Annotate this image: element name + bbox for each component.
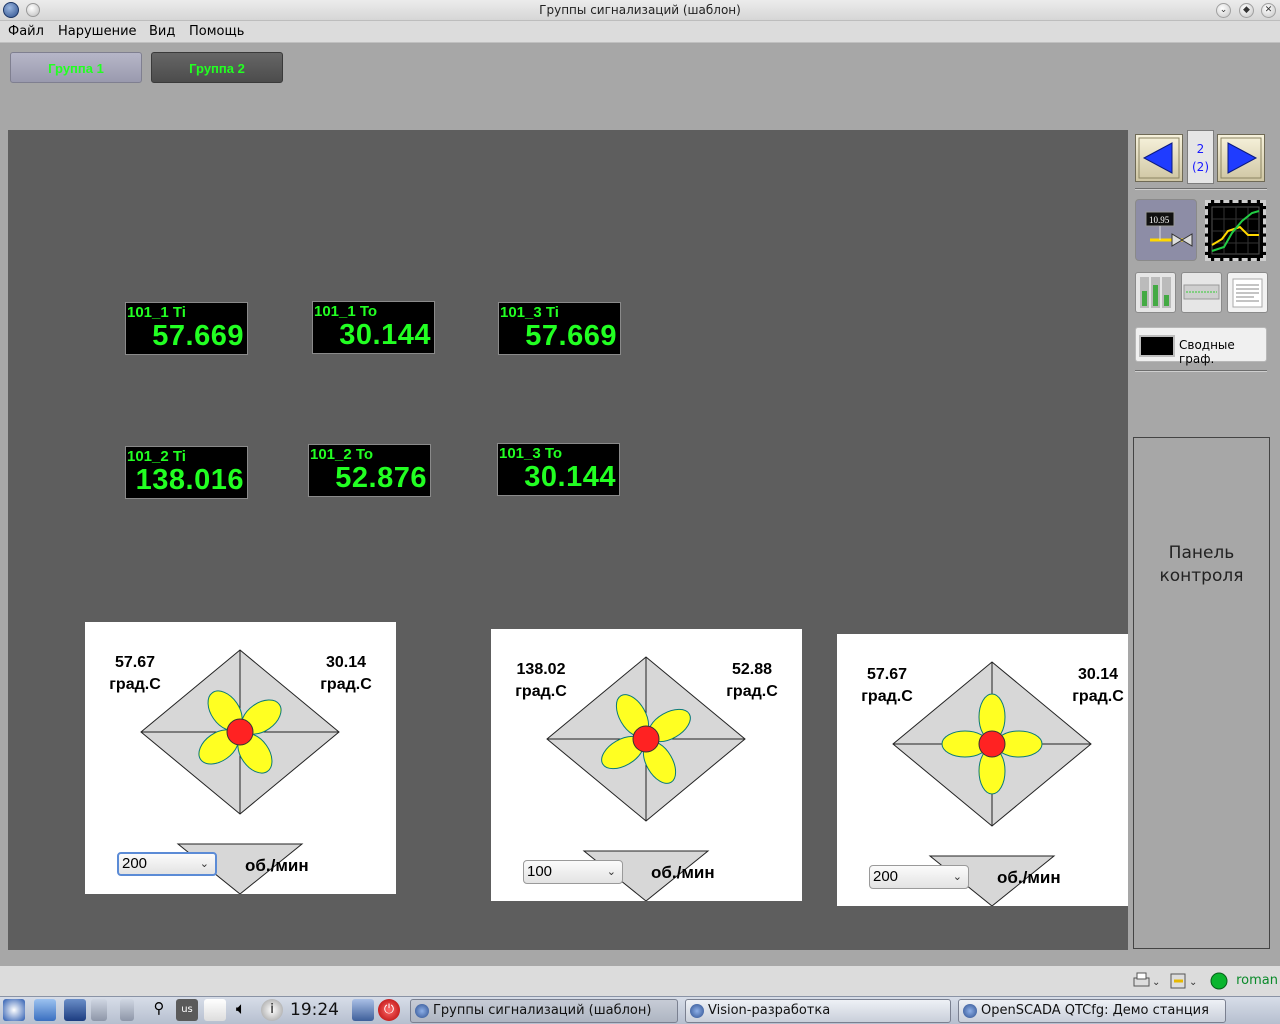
speed-unit: об./мин [997, 868, 1061, 887]
outlet-temperature: 52.88 град.С [726, 661, 778, 700]
task-alarm-groups[interactable]: Группы сигнализаций (шаблон) [410, 999, 678, 1023]
print-icon[interactable]: ⌄ [1131, 971, 1167, 991]
display-label: 101_1 To [314, 303, 378, 320]
app-icon [690, 1004, 704, 1018]
svg-text:10.95: 10.95 [1149, 215, 1170, 225]
display-label: 101_3 To [499, 445, 563, 462]
group-2-button[interactable]: Группа 2 [151, 52, 283, 83]
arrow-right-icon [1220, 137, 1262, 179]
close-icon[interactable]: ✕ [1261, 3, 1276, 18]
display-label: 101_2 To [310, 446, 374, 463]
overview-panel-button[interactable] [1135, 272, 1176, 313]
pager-icon[interactable] [91, 999, 107, 1021]
outlet-temperature: 30.14 град.С [320, 654, 372, 693]
menu-file[interactable]: Файл [8, 24, 44, 39]
window-title: Группы сигнализаций (шаблон) [539, 3, 741, 17]
info-icon[interactable]: i [261, 999, 283, 1021]
minimize-icon[interactable]: ⌄ [1216, 3, 1231, 18]
chevron-down-icon: ⌄ [199, 858, 209, 870]
app-icon [415, 1004, 429, 1018]
inlet-temperature: 138.02 град.С [515, 661, 567, 700]
next-page-button[interactable] [1217, 134, 1265, 182]
display-value: 57.669 [152, 320, 244, 352]
menu-violation[interactable]: Нарушение [58, 24, 137, 39]
power-icon[interactable]: ⏻ [378, 999, 400, 1021]
display-value: 30.144 [339, 319, 431, 351]
taskbar: ⚲ us 🔈︎ i 19:24 ⏻ Группы сигнализаций (ш… [0, 996, 1280, 1024]
svg-text:⌄: ⌄ [1152, 977, 1160, 988]
speed-unit: об./мин [651, 863, 715, 882]
menu-bar: Файл Нарушение Вид Помощь [0, 21, 1280, 43]
digital-display[interactable]: 101_3 Ti 57.669 [498, 302, 621, 355]
volume-icon[interactable]: 🔈︎ [230, 999, 252, 1021]
folder-icon[interactable] [34, 999, 56, 1021]
summary-graphs-label: Сводные граф. [1179, 338, 1235, 366]
digital-display[interactable]: 101_2 To 52.876 [308, 444, 431, 497]
control-panel: Панель контроля [1133, 437, 1270, 949]
page-indicator: 2 (2) [1187, 130, 1214, 184]
display-label: 101_3 Ti [500, 304, 559, 321]
bar-gauges-icon [1140, 277, 1171, 308]
control-panel-label: Панель контроля [1159, 543, 1244, 586]
svg-text:⌄: ⌄ [1189, 977, 1197, 988]
connection-status-icon [1210, 972, 1228, 990]
trend-graph-button[interactable] [1205, 200, 1266, 261]
display-value: 52.876 [335, 462, 427, 494]
speed-select[interactable]: 100 ⌄ [523, 860, 623, 884]
menu-view[interactable]: Вид [149, 24, 175, 39]
digital-display[interactable]: 101_1 Ti 57.669 [125, 302, 248, 355]
group-1-button[interactable]: Группа 1 [10, 52, 142, 83]
mnemonic-canvas: 101_1 Ti 57.669 101_1 To 30.144 101_3 Ti… [8, 130, 1128, 950]
divider [1135, 370, 1267, 372]
divider [1135, 188, 1267, 190]
display-value: 57.669 [525, 320, 617, 352]
network-icon[interactable]: ⚲ [150, 999, 168, 1021]
app-icon [963, 1004, 977, 1018]
document-panel-button[interactable] [1227, 272, 1268, 313]
task-vision-dev[interactable]: Vision-разработка [685, 999, 951, 1023]
display-label: 101_1 Ti [127, 304, 186, 321]
inlet-temperature: 57.67 град.С [861, 666, 913, 705]
clock[interactable]: 19:24 [290, 1000, 339, 1020]
fan-widget[interactable]: 138.02 град.С 52.88 град.С 100 ⌄ об./мин [491, 629, 802, 901]
digital-display[interactable]: 101_2 Ti 138.016 [125, 446, 248, 499]
trend-chart-icon [1211, 206, 1260, 255]
digital-display[interactable]: 101_1 To 30.144 [312, 301, 435, 354]
inlet-temperature: 57.67 град.С [109, 654, 161, 693]
display-value: 30.144 [524, 461, 616, 493]
export-icon[interactable]: ⌄ [1168, 971, 1204, 991]
summary-graphs-button[interactable]: Сводные граф. [1135, 327, 1267, 366]
speed-unit: об./мин [245, 856, 309, 875]
fan-widget[interactable]: 57.67 град.С 30.14 град.С 200 ⌄ об./мин [837, 634, 1128, 906]
maximize-icon[interactable]: ◆ [1239, 3, 1254, 18]
title-bar: Группы сигнализаций (шаблон) ⌄ ◆ ✕ [0, 0, 1280, 21]
graph-thumbnail-icon [1139, 335, 1175, 357]
status-bar: ⌄ ⌄ roman [0, 966, 1280, 996]
kde-menu-icon[interactable] [3, 999, 25, 1021]
arrow-left-icon [1138, 137, 1180, 179]
previous-page-button[interactable] [1135, 134, 1183, 182]
menu-help[interactable]: Помощь [189, 24, 244, 39]
speed-select[interactable]: 200 ⌄ [117, 852, 217, 876]
user-name[interactable]: roman [1236, 973, 1278, 988]
process-view-button[interactable]: 10.95 [1135, 199, 1197, 261]
chevron-down-icon: ⌄ [606, 866, 616, 878]
clipboard-icon[interactable] [204, 999, 226, 1021]
fan-widget[interactable]: 57.67 град.С 30.14 град.С 200 ⌄ об./мин [85, 622, 396, 894]
display-value: 138.016 [135, 464, 244, 496]
collapse-arrow-icon[interactable] [120, 999, 134, 1021]
desktop-icon[interactable] [64, 999, 86, 1021]
signal-panel-button[interactable] [1181, 272, 1222, 313]
keyboard-layout-icon[interactable]: us [176, 999, 198, 1021]
lock-screen-icon[interactable] [352, 999, 374, 1021]
speed-select[interactable]: 200 ⌄ [869, 865, 969, 889]
task-qtcfg[interactable]: OpenSCADA QTCfg: Демо станция [958, 999, 1226, 1023]
valve-indicator-icon: 10.95 [1145, 211, 1193, 247]
digital-display[interactable]: 101_3 To 30.144 [497, 443, 620, 496]
chevron-down-icon: ⌄ [952, 871, 962, 883]
signal-strip-icon [1183, 284, 1220, 300]
display-label: 101_2 Ti [127, 448, 186, 465]
document-icon [1232, 278, 1263, 308]
outlet-temperature: 30.14 град.С [1072, 666, 1124, 705]
